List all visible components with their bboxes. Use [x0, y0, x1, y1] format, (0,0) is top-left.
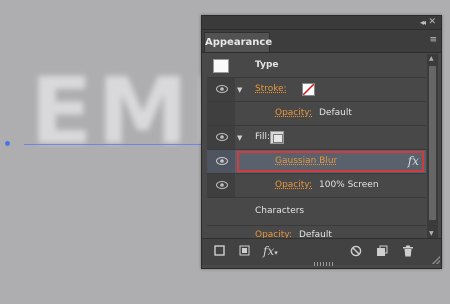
tab-appearance[interactable]: Appearance — [204, 32, 272, 52]
scroll-up-icon[interactable]: ▲ — [429, 55, 434, 62]
visibility-eye-icon[interactable] — [216, 180, 228, 190]
baseline-guide — [24, 144, 204, 145]
opacity-label[interactable]: Opacity: — [275, 174, 312, 197]
appearance-row-stroke[interactable]: ▼ Stroke: — [207, 78, 426, 102]
fill-color-swatch[interactable] — [270, 131, 284, 144]
appearance-list: Type ▼ Stroke: Opacity: Default ▼ Fill: … — [207, 54, 426, 238]
opacity-label[interactable]: Opacity: — [275, 102, 312, 125]
add-new-fill-icon[interactable] — [239, 245, 250, 259]
appearance-row-gaussian-blur[interactable]: Gaussian Blur fx — [207, 150, 426, 174]
appearance-row-type[interactable]: Type — [207, 54, 426, 78]
visibility-eye-icon[interactable] — [216, 84, 228, 94]
characters-label[interactable]: Characters — [255, 198, 304, 225]
opacity-value: Default — [319, 108, 352, 118]
opacity-value: 100% Screen — [319, 180, 379, 190]
clear-appearance-icon[interactable] — [350, 245, 362, 260]
type-thumbnail-icon — [213, 59, 229, 73]
appearance-row-characters[interactable]: Characters — [207, 198, 426, 226]
add-effect-fx-icon[interactable]: fx▾ — [263, 245, 278, 259]
delete-item-icon[interactable] — [402, 245, 414, 260]
row-label: Type — [255, 60, 279, 70]
visibility-eye-icon[interactable] — [216, 132, 228, 142]
expand-triangle-icon[interactable]: ▼ — [237, 134, 242, 142]
panel-tab-row: Appearance ≡ — [202, 30, 441, 53]
appearance-panel: ◂◂ ✕ Appearance ≡ Type ▼ Stroke: Opacity… — [201, 15, 442, 269]
stroke-label[interactable]: Stroke: — [255, 78, 287, 101]
duplicate-item-icon[interactable] — [376, 245, 388, 260]
panel-scrollbar[interactable]: ▲ ▼ — [427, 54, 438, 238]
resize-corner-icon[interactable] — [432, 256, 440, 264]
anchor-point[interactable] — [5, 141, 10, 146]
resize-grip[interactable] — [314, 262, 334, 266]
appearance-row-stroke-opacity[interactable]: Opacity: Default — [207, 102, 426, 126]
panel-titlebar[interactable]: ◂◂ ✕ — [202, 16, 441, 30]
expand-triangle-icon[interactable]: ▼ — [237, 86, 242, 94]
collapse-panel-icon[interactable]: ◂◂ — [420, 16, 426, 29]
close-panel-icon[interactable]: ✕ — [428, 16, 436, 29]
add-new-stroke-icon[interactable] — [214, 245, 225, 259]
stroke-none-swatch[interactable] — [302, 83, 315, 96]
highlight-box — [237, 151, 424, 172]
visibility-eye-icon[interactable] — [216, 156, 228, 166]
scroll-down-icon[interactable]: ▼ — [429, 230, 434, 237]
opacity-label[interactable]: Opacity: — [255, 226, 292, 238]
opacity-value: Default — [299, 230, 332, 238]
appearance-row-characters-opacity[interactable]: Opacity: Default — [207, 226, 426, 238]
appearance-row-fill[interactable]: ▼ Fill: — [207, 126, 426, 150]
panel-bottom-toolbar: fx▾ — [202, 238, 441, 266]
panel-menu-icon[interactable]: ≡ — [429, 35, 437, 45]
fill-label[interactable]: Fill: — [255, 126, 270, 149]
scroll-thumb[interactable] — [429, 66, 436, 220]
appearance-row-fill-opacity[interactable]: Opacity: 100% Screen — [207, 174, 426, 198]
